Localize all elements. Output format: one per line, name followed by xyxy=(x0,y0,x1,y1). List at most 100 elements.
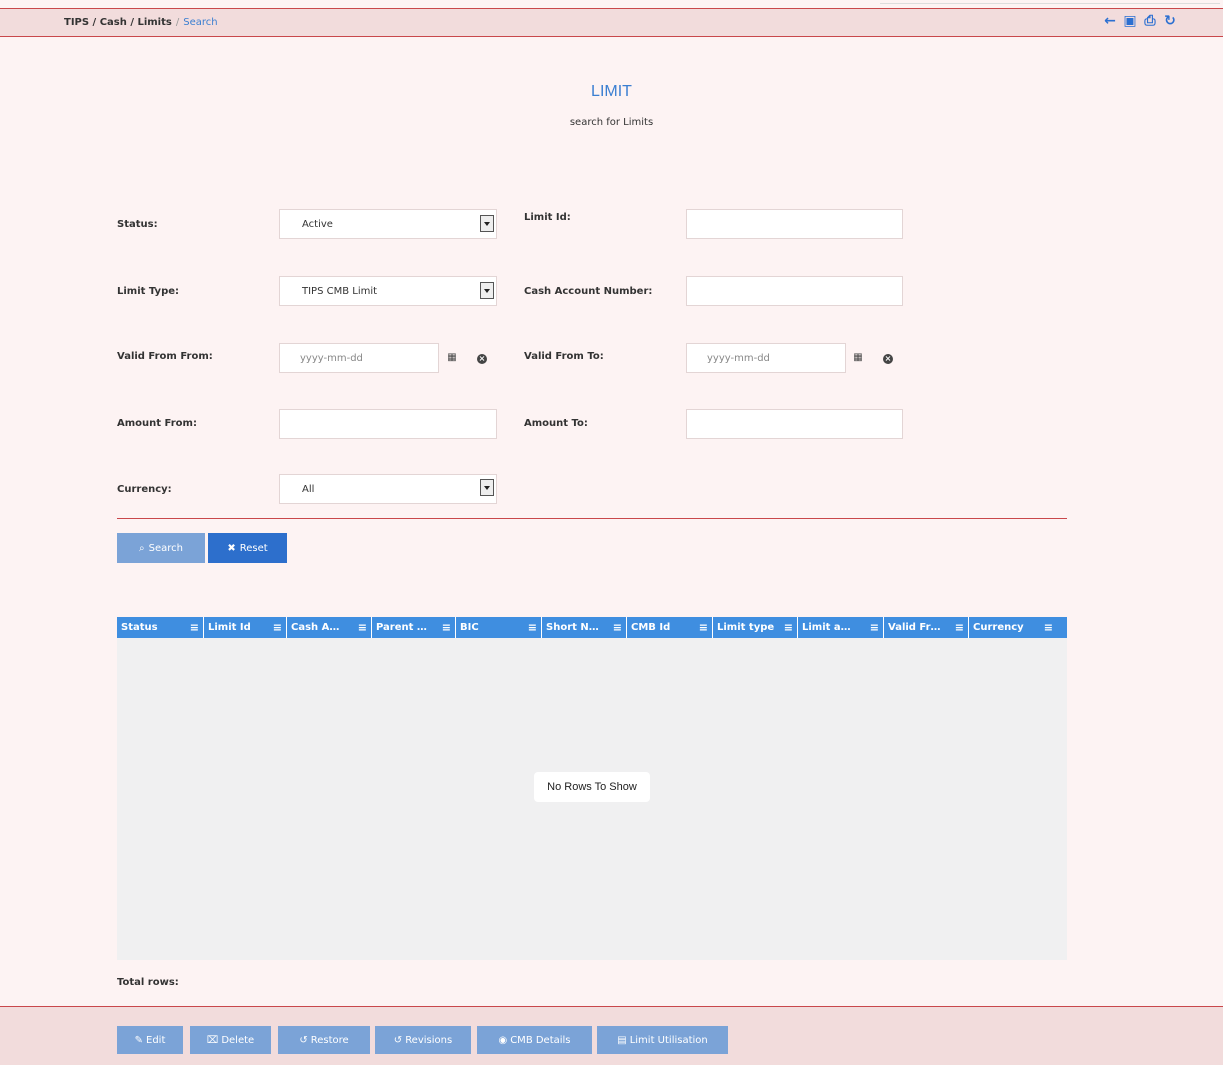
valid-from-from-input[interactable]: yyyy-mm-dd xyxy=(279,343,439,373)
valid-from-to-placeholder: yyyy-mm-dd xyxy=(707,353,770,364)
page-title: LIMIT xyxy=(591,83,632,100)
column-menu-icon[interactable]: ≡ xyxy=(613,617,622,638)
history-icon: ↺ xyxy=(393,1034,403,1046)
trash-icon: ⌧ xyxy=(206,1034,219,1046)
limit-utilisation-button-label: Limit Utilisation xyxy=(629,1034,708,1046)
cash-account-label: Cash Account Number: xyxy=(524,286,653,297)
restore-button[interactable]: ↺ Restore xyxy=(278,1026,370,1054)
column-header-label: Limit type xyxy=(717,622,775,633)
total-rows-label: Total rows: xyxy=(117,977,179,988)
valid-from-to-calendar-icon[interactable]: ▦ xyxy=(851,352,865,363)
column-menu-icon[interactable]: ≡ xyxy=(358,617,367,638)
header-toolbar: ← ▣ ⎙ ↻ xyxy=(1102,13,1178,29)
valid-from-from-clear-icon[interactable]: × xyxy=(477,354,487,364)
restore-button-label: Restore xyxy=(310,1034,349,1046)
valid-from-to-clear-icon[interactable]: × xyxy=(883,354,893,364)
column-header-limit-amount[interactable]: Limit a… ≡ xyxy=(798,617,884,638)
limit-type-dropdown-button[interactable] xyxy=(480,282,494,299)
column-menu-icon[interactable]: ≡ xyxy=(273,617,282,638)
column-header-short-name[interactable]: Short N… ≡ xyxy=(542,617,627,638)
print-icon[interactable]: ⎙ xyxy=(1142,13,1158,29)
column-menu-icon[interactable]: ≡ xyxy=(442,617,451,638)
column-header-limit-id[interactable]: Limit Id ≡ xyxy=(204,617,287,638)
search-button[interactable]: ⌕ Search xyxy=(117,533,205,563)
column-header-label: Currency xyxy=(973,622,1024,633)
reset-button[interactable]: ✖ Reset xyxy=(208,533,287,563)
currency-dropdown-button[interactable] xyxy=(480,479,494,496)
amount-from-input[interactable] xyxy=(279,409,497,439)
revisions-button[interactable]: ↺ Revisions xyxy=(375,1026,471,1054)
edit-button[interactable]: ✎ Edit xyxy=(117,1026,183,1054)
delete-button[interactable]: ⌧ Delete xyxy=(190,1026,271,1054)
column-header-label: Limit Id xyxy=(208,622,251,633)
search-icon: ⌕ xyxy=(139,542,145,554)
column-menu-icon[interactable]: ≡ xyxy=(528,617,537,638)
status-dropdown-button[interactable] xyxy=(480,215,494,232)
column-header-bic[interactable]: BIC ≡ xyxy=(456,617,542,638)
column-menu-icon[interactable]: ≡ xyxy=(1044,617,1053,638)
column-header-valid-from[interactable]: Valid Fr… ≡ xyxy=(884,617,969,638)
limit-type-label: Limit Type: xyxy=(117,286,180,297)
back-icon[interactable]: ← xyxy=(1102,13,1118,29)
column-header-limit-type[interactable]: Limit type ≡ xyxy=(713,617,798,638)
column-header-label: Valid Fr… xyxy=(888,622,941,633)
limit-utilisation-button[interactable]: ▤ Limit Utilisation xyxy=(597,1026,728,1054)
status-value: Active xyxy=(302,219,333,230)
currency-value: All xyxy=(302,484,315,495)
limit-type-select[interactable]: TIPS CMB Limit xyxy=(279,276,497,306)
amount-to-input[interactable] xyxy=(686,409,903,439)
column-header-cash-account[interactable]: Cash A… ≡ xyxy=(287,617,372,638)
refresh-icon[interactable]: ↻ xyxy=(1162,13,1178,29)
reset-button-label: Reset xyxy=(239,542,268,554)
valid-from-from-calendar-icon[interactable]: ▦ xyxy=(445,352,459,363)
results-grid: Status ≡ Limit Id ≡ Cash A… ≡ Parent … ≡ BIC… xyxy=(117,617,1067,960)
form-divider xyxy=(117,518,1067,519)
eye-icon: ◉ xyxy=(498,1034,508,1046)
grid-header: Status ≡ Limit Id ≡ Cash A… ≡ Parent … ≡ BIC… xyxy=(117,617,1067,638)
currency-select[interactable]: All xyxy=(279,474,497,504)
page-subtitle: search for Limits xyxy=(569,117,654,128)
column-header-cmb-id[interactable]: CMB Id ≡ xyxy=(627,617,713,638)
valid-from-to-input[interactable]: yyyy-mm-dd xyxy=(686,343,846,373)
column-menu-icon[interactable]: ≡ xyxy=(955,617,964,638)
valid-from-from-placeholder: yyyy-mm-dd xyxy=(300,353,363,364)
limit-id-input[interactable] xyxy=(686,209,903,239)
breadcrumb-separator: / xyxy=(175,17,180,28)
column-header-currency[interactable]: Currency ≡ xyxy=(969,617,1057,638)
valid-from-from-label: Valid From From: xyxy=(117,351,213,362)
empty-message: No Rows To Show xyxy=(534,772,650,802)
amount-from-label: Amount From: xyxy=(117,418,197,429)
column-header-label: Cash A… xyxy=(291,622,340,633)
column-header-status[interactable]: Status ≡ xyxy=(117,617,204,638)
column-menu-icon[interactable]: ≡ xyxy=(190,617,199,638)
column-header-label: Limit a… xyxy=(802,622,851,633)
limit-type-value: TIPS CMB Limit xyxy=(302,286,378,297)
column-header-label: BIC xyxy=(460,622,479,633)
top-strip xyxy=(880,3,1220,4)
revisions-button-label: Revisions xyxy=(405,1034,453,1046)
currency-label: Currency: xyxy=(117,484,172,495)
limit-id-label: Limit Id: xyxy=(524,212,571,223)
top-bar: TIPS / Cash / Limits / Search ← ▣ ⎙ ↻ xyxy=(0,9,1223,37)
breadcrumb: TIPS / Cash / Limits / Search xyxy=(64,17,218,28)
restore-icon: ↺ xyxy=(299,1034,308,1046)
amount-to-label: Amount To: xyxy=(524,418,588,429)
cash-account-input[interactable] xyxy=(686,276,903,306)
save-icon[interactable]: ▣ xyxy=(1122,13,1138,29)
footer-toolbar: ✎ Edit ⌧ Delete ↺ Restore ↺ Revisions ◉ CMB D… xyxy=(0,1006,1223,1065)
column-menu-icon[interactable]: ≡ xyxy=(870,617,879,638)
edit-icon: ✎ xyxy=(134,1034,143,1046)
column-header-parent[interactable]: Parent … ≡ xyxy=(372,617,456,638)
column-header-label: Parent … xyxy=(376,622,427,633)
breadcrumb-path[interactable]: TIPS / Cash / Limits xyxy=(64,17,172,28)
clipboard-icon: ▤ xyxy=(617,1034,627,1046)
status-select[interactable]: Active xyxy=(279,209,497,239)
column-menu-icon[interactable]: ≡ xyxy=(784,617,793,638)
column-header-label: CMB Id xyxy=(631,622,671,633)
cmb-details-button[interactable]: ◉ CMB Details xyxy=(477,1026,592,1054)
cmb-details-button-label: CMB Details xyxy=(510,1034,571,1046)
edit-button-label: Edit xyxy=(146,1034,166,1046)
status-label: Status: xyxy=(117,219,158,230)
valid-from-to-label: Valid From To: xyxy=(524,351,604,362)
column-menu-icon[interactable]: ≡ xyxy=(699,617,708,638)
